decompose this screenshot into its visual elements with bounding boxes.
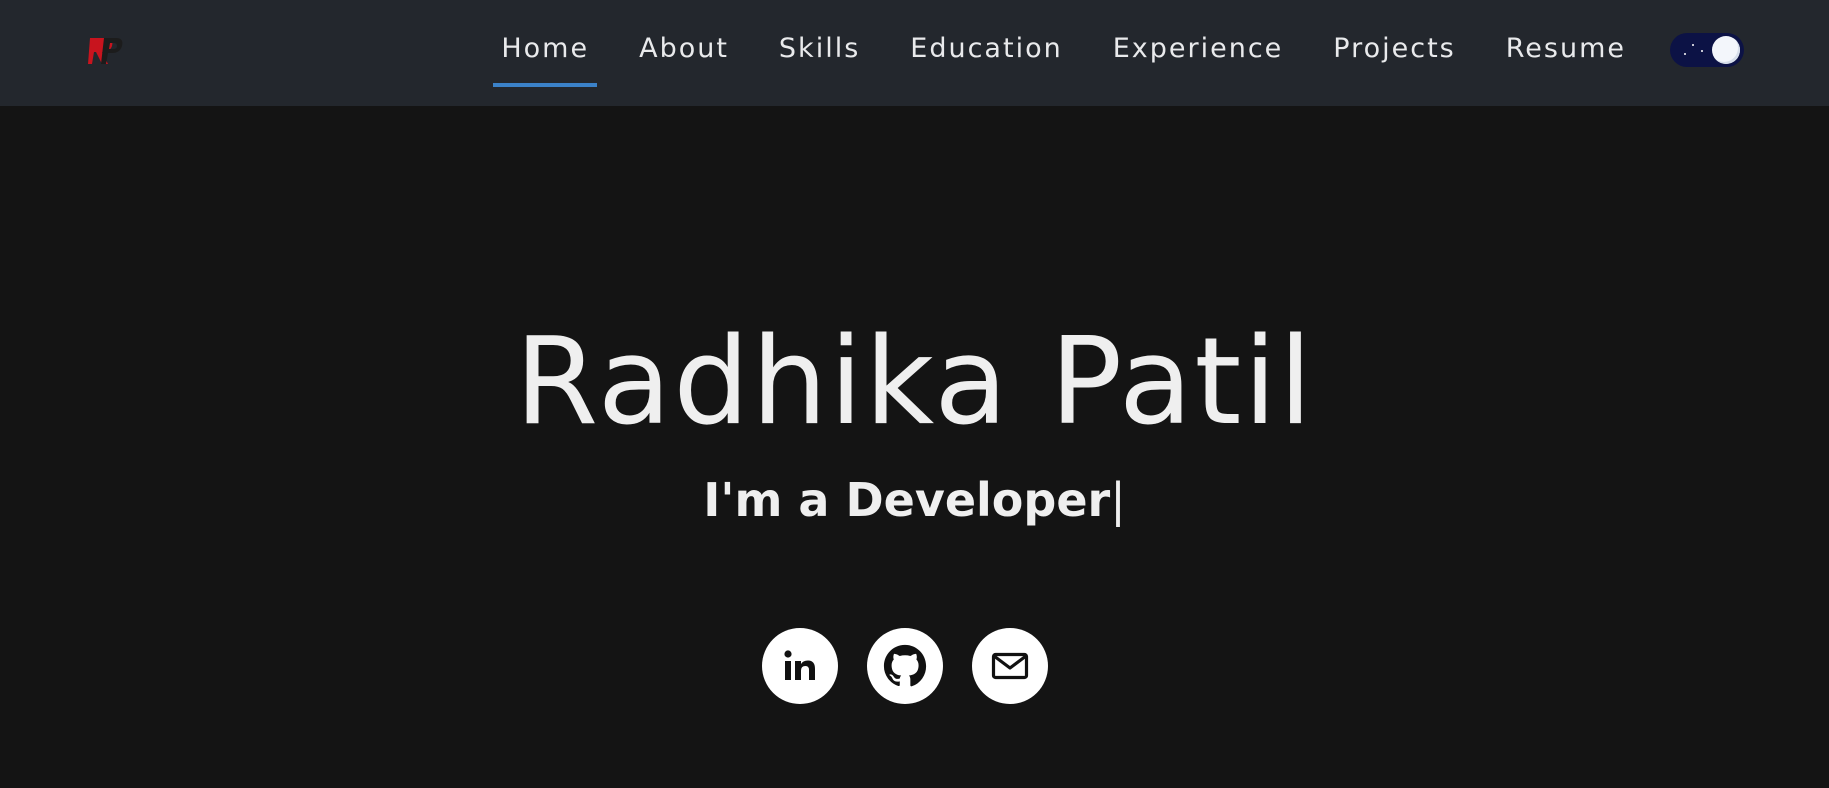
navbar: Home About Skills Education Experience P… bbox=[0, 0, 1829, 106]
nav-links: Home About Skills Education Experience P… bbox=[459, 0, 1634, 96]
nav-link-resume[interactable]: Resume bbox=[1498, 33, 1634, 64]
hero-tagline: I'm a Developer| bbox=[0, 470, 1829, 530]
nav-link-experience[interactable]: Experience bbox=[1105, 33, 1292, 64]
typing-cursor: | bbox=[1110, 473, 1126, 527]
star-icon bbox=[1692, 44, 1694, 46]
star-icon bbox=[1701, 50, 1703, 52]
logo[interactable] bbox=[86, 34, 126, 70]
tagline-role: Developer bbox=[845, 473, 1111, 527]
email-button[interactable] bbox=[972, 628, 1048, 704]
theme-toggle[interactable] bbox=[1670, 33, 1744, 67]
mail-icon bbox=[991, 652, 1029, 680]
rp-logo-icon bbox=[88, 38, 123, 64]
hero-name: Radhika Patil bbox=[514, 313, 1315, 452]
tagline-prefix: I'm a bbox=[703, 473, 846, 527]
github-button[interactable] bbox=[867, 628, 943, 704]
star-icon bbox=[1684, 53, 1686, 55]
linkedin-button[interactable] bbox=[762, 628, 838, 704]
nav-link-about[interactable]: About bbox=[631, 33, 737, 64]
github-icon bbox=[883, 644, 927, 687]
nav-link-education[interactable]: Education bbox=[902, 33, 1070, 64]
social-links bbox=[762, 628, 1077, 704]
nav-link-projects[interactable]: Projects bbox=[1325, 33, 1463, 64]
nav-link-skills[interactable]: Skills bbox=[771, 33, 868, 64]
nav-link-home[interactable]: Home bbox=[493, 33, 597, 87]
linkedin-icon bbox=[784, 650, 815, 680]
moon-icon bbox=[1712, 36, 1740, 64]
